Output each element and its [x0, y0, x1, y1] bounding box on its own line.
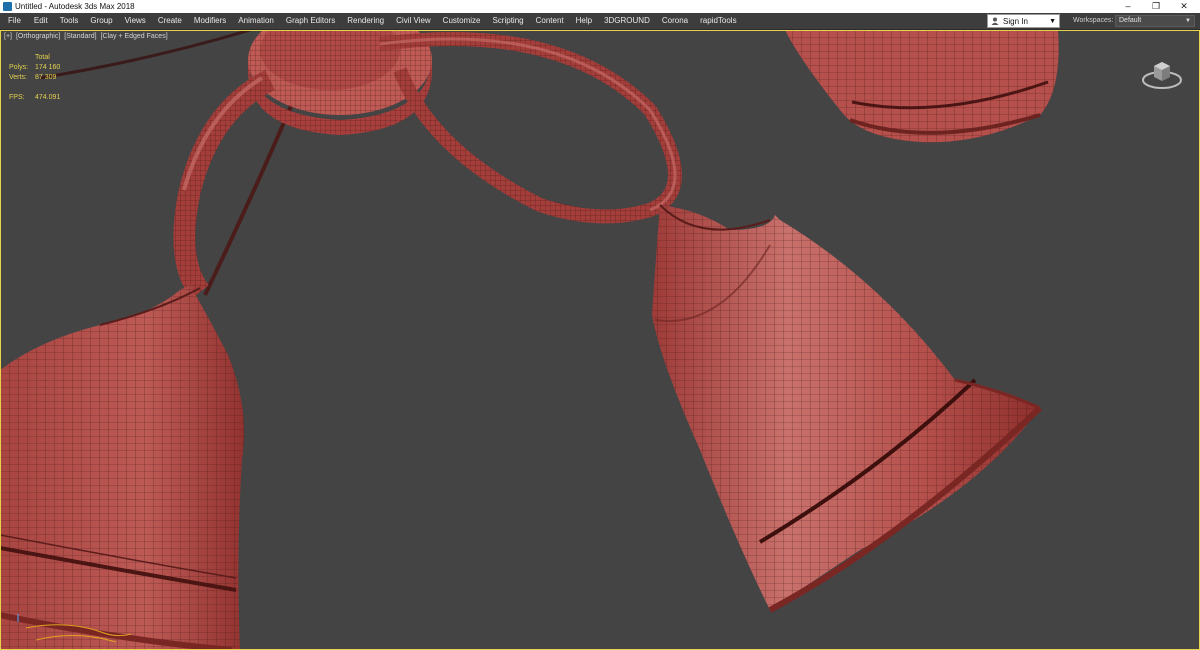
menu-animation[interactable]: Animation	[232, 13, 280, 29]
viewport-shading[interactable]: [Clay + Edged Faces]	[101, 33, 170, 40]
menu-views[interactable]: Views	[119, 13, 152, 29]
stats-fps-label: FPS:	[9, 94, 25, 101]
menu-scripting[interactable]: Scripting	[486, 13, 529, 29]
title-bar: Untitled - Autodesk 3ds Max 2018 – ❐ ✕	[0, 0, 1200, 13]
lamp-shade-right	[652, 204, 1043, 613]
chevron-down-icon: ▼	[1185, 18, 1191, 24]
restore-button[interactable]: ❐	[1143, 0, 1169, 13]
viewport-point-of-view[interactable]: [Orthographic]	[16, 33, 62, 40]
stats-verts-label: Verts:	[9, 74, 27, 81]
stats-total-label: Total	[35, 54, 50, 61]
workspaces-label: Workspaces:	[1073, 17, 1114, 24]
viewport-menu-plus[interactable]: [+]	[4, 33, 14, 40]
main-menu: File Edit Tools Group Views Create Modif…	[0, 13, 743, 29]
minimize-button[interactable]: –	[1115, 0, 1141, 13]
viewport-label[interactable]: [+] [Orthographic] [Standard] [Clay + Ed…	[4, 33, 170, 40]
sign-in-label: Sign In	[1003, 17, 1028, 26]
menu-tools[interactable]: Tools	[54, 13, 85, 29]
viewcube-icon[interactable]	[1140, 50, 1184, 94]
menu-customize[interactable]: Customize	[437, 13, 487, 29]
menu-content[interactable]: Content	[530, 13, 570, 29]
viewport-standard[interactable]: [Standard]	[64, 33, 98, 40]
stats-fps-value: 474.091	[35, 94, 61, 101]
menu-file[interactable]: File	[0, 13, 28, 29]
window-title: Untitled - Autodesk 3ds Max 2018	[15, 2, 135, 11]
menu-rapidtools[interactable]: rapidTools	[694, 13, 742, 29]
axis-tripod-icon	[17, 614, 132, 643]
workspaces-value: Default	[1119, 17, 1142, 24]
stats-polys-value: 174 160	[35, 64, 61, 71]
user-icon	[991, 17, 999, 25]
menu-edit[interactable]: Edit	[28, 13, 54, 29]
menu-corona[interactable]: Corona	[656, 13, 694, 29]
menu-graph-editors[interactable]: Graph Editors	[280, 13, 341, 29]
menu-rendering[interactable]: Rendering	[341, 13, 390, 29]
sign-in-dropdown[interactable]: Sign In ▼	[987, 14, 1060, 28]
menu-modifiers[interactable]: Modifiers	[188, 13, 232, 29]
app-icon	[3, 2, 12, 11]
viewport-scene[interactable]	[0, 30, 1200, 650]
lamp-shade-top-right	[785, 30, 1059, 143]
workspaces-select[interactable]: Default ▼	[1115, 15, 1195, 27]
menu-create[interactable]: Create	[152, 13, 188, 29]
menu-group[interactable]: Group	[84, 13, 118, 29]
stats-polys-label: Polys:	[9, 64, 29, 71]
lamp-shade-left	[0, 285, 245, 650]
chevron-down-icon: ▼	[1049, 18, 1056, 25]
close-button[interactable]: ✕	[1171, 0, 1197, 13]
stats-verts-value: 87 309	[35, 74, 57, 81]
viewport-statistics: Total Polys: 174 160 Verts: 87 309 FPS: 474…	[9, 53, 79, 103]
perspective-viewport[interactable]: [+] [Orthographic] [Standard] [Clay + Ed…	[0, 30, 1200, 650]
menu-3dground[interactable]: 3DGROUND	[598, 13, 656, 29]
menu-civil-view[interactable]: Civil View	[390, 13, 437, 29]
menu-bar: File Edit Tools Group Views Create Modif…	[0, 13, 1200, 30]
menu-help[interactable]: Help	[570, 13, 598, 29]
